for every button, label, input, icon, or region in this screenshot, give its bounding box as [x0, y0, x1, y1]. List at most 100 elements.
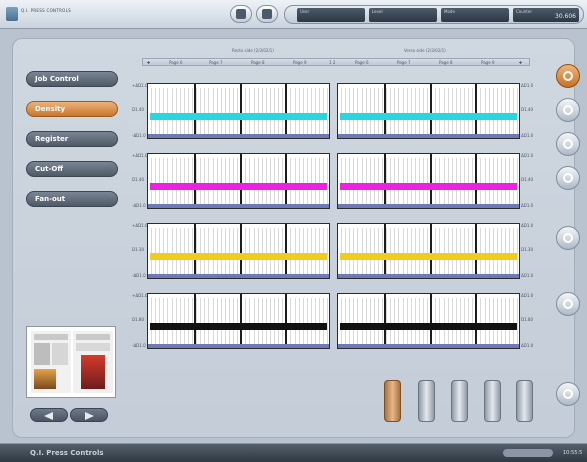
- density-band: [150, 113, 327, 120]
- page-label: Page 9: [293, 60, 307, 65]
- wrench-icon: [563, 139, 573, 149]
- recto-title: Recto side (2/3/02/1): [232, 48, 274, 53]
- status-field-user: User: [297, 8, 365, 22]
- verso-density-panel[interactable]: [337, 83, 520, 139]
- recto-density-panel[interactable]: [147, 83, 330, 139]
- ink-drop-button[interactable]: [556, 166, 580, 190]
- nav-fan-out[interactable]: Fan-out: [26, 191, 118, 207]
- roller-5[interactable]: [516, 380, 533, 422]
- save-button[interactable]: [256, 5, 278, 23]
- density-band: [340, 113, 517, 120]
- save-icon: [262, 9, 272, 19]
- axis-label: D1.30: [521, 247, 533, 252]
- status-bar: User Level Mode Counter 30.606: [284, 5, 584, 24]
- axis-label: ΔD1.0: [521, 133, 534, 138]
- recto-density-panel[interactable]: [147, 293, 330, 349]
- axis-label: +ΔD1.0: [132, 223, 148, 228]
- footer-status: [503, 449, 553, 457]
- page-bar: ✚ Page 6 Page 7 Page 8 Page 9 1 2 Page 6…: [142, 58, 530, 66]
- nav-density[interactable]: Density: [26, 101, 118, 117]
- status-label: Level: [372, 9, 383, 14]
- axis-label: ΔD1.0: [521, 223, 534, 228]
- thumbnail-page-right: [73, 331, 113, 393]
- page-label: Page 6: [169, 60, 183, 65]
- page-label: Page 7: [397, 60, 411, 65]
- footer-bar: Q.I. Press Controls 10:55:5: [0, 443, 587, 462]
- copy-icon: [236, 9, 246, 19]
- plus-right-icon[interactable]: ✚: [519, 60, 522, 65]
- axis-label: D1.40: [521, 177, 533, 182]
- arrow-right-icon: [85, 412, 94, 420]
- axis-label: D1.80: [132, 317, 144, 322]
- nav-cut-off[interactable]: Cut-Off: [26, 161, 118, 177]
- axis-label: -ΔD1.0: [132, 203, 146, 208]
- paint-roller-icon: [563, 105, 573, 115]
- density-band: [340, 323, 517, 330]
- axis-label: ΔD1.0: [521, 343, 534, 348]
- roller-2[interactable]: [418, 380, 435, 422]
- axis-label: ΔD1.0: [521, 293, 534, 298]
- paint-roller-button[interactable]: [556, 98, 580, 122]
- axis-label: +ΔD1.0: [132, 153, 148, 158]
- page-label: Page 8: [439, 60, 453, 65]
- density-band: [150, 323, 327, 330]
- logo: Q.I. PRESS CONTROLS: [6, 5, 76, 23]
- ink-drop-icon: [563, 173, 573, 183]
- axis-label: -ΔD1.0: [132, 133, 146, 138]
- roller-1[interactable]: [384, 380, 401, 422]
- axis-label: ΔD1.0: [521, 153, 534, 158]
- brush-icon: [563, 71, 573, 81]
- page-label: Page 6: [355, 60, 369, 65]
- nav-job-control[interactable]: Job Control: [26, 71, 118, 87]
- recycle-button[interactable]: [556, 382, 580, 406]
- verso-density-panel[interactable]: [337, 223, 520, 279]
- axis-label: -ΔD1.0: [132, 273, 146, 278]
- grid-button[interactable]: [556, 292, 580, 316]
- density-band: [150, 183, 327, 190]
- status-field-mode: Mode: [441, 8, 509, 22]
- verso-title: Verso side (2/3/02/1): [404, 48, 446, 53]
- wrench-button[interactable]: [556, 132, 580, 156]
- density-band: [340, 253, 517, 260]
- axis-label: D1.40: [132, 107, 144, 112]
- axis-label: D1.80: [521, 317, 533, 322]
- nav-register[interactable]: Register: [26, 131, 118, 147]
- verso-density-panel[interactable]: [337, 293, 520, 349]
- verso-density-panel[interactable]: [337, 153, 520, 209]
- arrow-left-icon: [44, 412, 53, 420]
- axis-label: ΔD1.0: [521, 83, 534, 88]
- axis-label: D1.40: [521, 107, 533, 112]
- top-bar: Q.I. PRESS CONTROLS User Level Mode Coun…: [0, 0, 587, 29]
- page-label: Page 8: [251, 60, 265, 65]
- page-label: Page 9: [481, 60, 495, 65]
- clock: 10:55:5: [563, 450, 583, 456]
- axis-label: +ΔD1.0: [132, 83, 148, 88]
- roller-3[interactable]: [451, 380, 468, 422]
- status-field-level: Level: [369, 8, 437, 22]
- status-value: 30.606: [555, 13, 576, 20]
- center-mark: 1 2: [329, 60, 336, 65]
- plus-left-icon[interactable]: ✚: [147, 60, 150, 65]
- recto-density-panel[interactable]: [147, 223, 330, 279]
- page-thumbnail[interactable]: [26, 326, 116, 398]
- save-tool-button[interactable]: [556, 226, 580, 250]
- density-band: [340, 183, 517, 190]
- brush-button[interactable]: [556, 64, 580, 88]
- logo-text: Q.I. PRESS CONTROLS: [21, 8, 71, 13]
- status-label: User: [300, 9, 310, 14]
- axis-label: ΔD1.0: [521, 273, 534, 278]
- recto-density-panel[interactable]: [147, 153, 330, 209]
- status-label: Counter: [516, 9, 532, 14]
- copy-button[interactable]: [230, 5, 252, 23]
- logo-mark-icon: [6, 7, 18, 21]
- axis-label: +ΔD1.0: [132, 293, 148, 298]
- grid-icon: [563, 299, 573, 309]
- axis-label: D1.40: [132, 177, 144, 182]
- density-band: [150, 253, 327, 260]
- next-arrow-button[interactable]: [70, 408, 108, 422]
- footer-title: Q.I. Press Controls: [30, 449, 104, 457]
- prev-arrow-button[interactable]: [30, 408, 68, 422]
- status-field-counter: Counter 30.606: [513, 8, 579, 22]
- roller-4[interactable]: [484, 380, 501, 422]
- axis-label: ΔD1.0: [521, 203, 534, 208]
